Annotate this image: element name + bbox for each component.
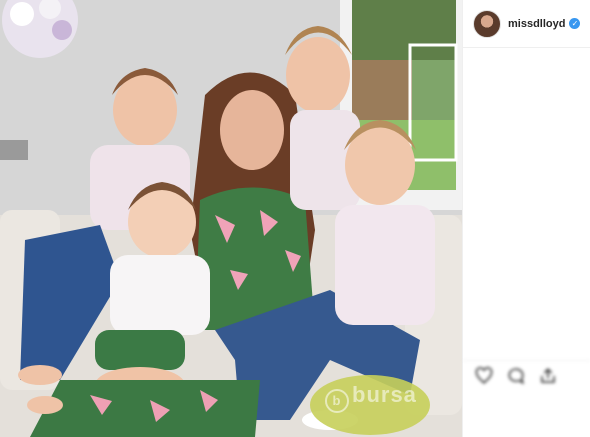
username-link[interactable]: missdlloyd bbox=[508, 18, 565, 30]
post-actions bbox=[463, 360, 590, 385]
watermark-text: bursa bbox=[352, 382, 417, 407]
list-item: ​ bbox=[479, 100, 582, 110]
post-photo[interactable]: b bursa bbox=[0, 0, 462, 437]
list-item: ​ bbox=[479, 121, 582, 131]
list-item: ​ bbox=[479, 79, 582, 89]
watermark: b bursa bbox=[325, 382, 417, 413]
post-sidebar: missdlloyd ✓ ​ ​ ​ ​ ​ ​ ​ ​ ​ ​ bbox=[462, 0, 590, 437]
comment-icon[interactable] bbox=[507, 367, 525, 385]
list-item: ​ bbox=[479, 58, 582, 68]
list-item: ​ bbox=[479, 205, 582, 215]
share-icon[interactable] bbox=[539, 367, 557, 385]
comments-list: ​ ​ ​ ​ ​ ​ ​ ​ ​ bbox=[463, 48, 590, 236]
list-item: ​ bbox=[479, 184, 582, 194]
list-item: ​ bbox=[479, 163, 582, 173]
post-header: missdlloyd ✓ bbox=[463, 0, 590, 48]
heart-icon[interactable] bbox=[475, 367, 493, 385]
watermark-logo-icon: b bbox=[325, 389, 349, 413]
avatar[interactable] bbox=[473, 9, 501, 38]
list-item: ​ bbox=[479, 226, 582, 236]
list-item: ​ bbox=[479, 142, 582, 152]
photo-illustration bbox=[0, 0, 462, 437]
verified-badge-icon: ✓ bbox=[569, 18, 581, 29]
